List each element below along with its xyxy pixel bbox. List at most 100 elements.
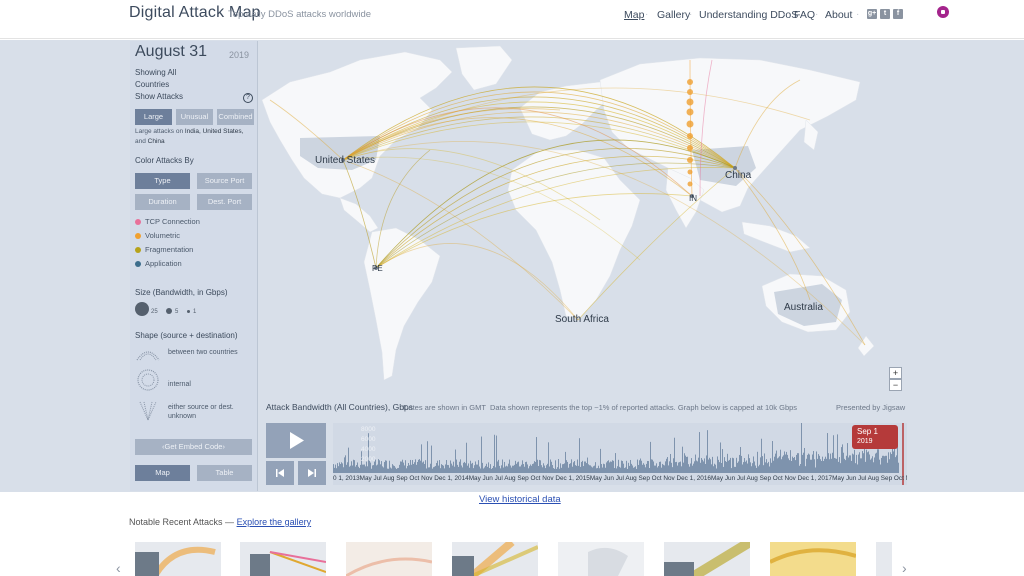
help-icon[interactable]: ? [243,93,253,103]
gallery-thumb[interactable] [135,542,221,576]
timeline-bar [426,468,427,473]
step-forward-button[interactable] [298,461,326,485]
timeline-bar [745,461,746,473]
timeline-bar [348,447,349,473]
timeline-bar [532,464,533,473]
color-type-button[interactable]: Type [135,173,190,189]
gallery-next-icon[interactable]: › [902,560,907,576]
timeline-bar [811,459,812,473]
gallery-thumb[interactable] [876,542,892,576]
account-icon[interactable] [937,6,949,18]
tooltip-date: Sep 1 [857,427,878,436]
color-duration-button[interactable]: Duration [135,194,190,210]
timeline-bar [621,460,622,473]
zoom-in-button[interactable]: + [889,367,902,379]
timeline-bar [549,466,550,473]
timeline-bar [487,466,488,473]
embed-code-button[interactable]: ‹Get Embed Code› [135,439,252,455]
timeline-bar [391,468,392,473]
timeline-bar [478,460,479,473]
timeline-bar [826,458,827,473]
timeline-bar [339,462,340,473]
timeline-bar [434,466,435,473]
timeline-bar [477,464,478,473]
facebook-icon[interactable]: f [893,9,903,19]
timeline-bar [893,451,894,473]
timeline-bar [438,465,439,473]
gallery-thumb[interactable] [558,542,644,576]
shape-internal-label: internal [168,381,191,388]
gallery-prev-icon[interactable]: ‹ [116,560,121,576]
shape-unknown-label: either source or dest. unknown [168,404,234,420]
timeline-bar [531,465,532,473]
timeline-bar [456,459,457,473]
timeline-bar [591,466,592,473]
timeline-bar [606,462,607,473]
view-historical-link[interactable]: View historical data [479,494,561,505]
timeline-bar [402,459,403,473]
timeline-bar [458,466,459,473]
play-button[interactable] [266,423,326,458]
timeline-bar [855,463,856,473]
between-countries-icon [136,351,160,361]
timeline-bar [759,464,760,473]
gallery-thumb[interactable] [452,542,538,576]
timeline-bar [595,462,596,473]
timeline-bar [872,456,873,473]
gallery-thumb[interactable] [770,542,856,576]
timeline-bar [485,465,486,473]
map-view-button[interactable]: Map [135,465,190,481]
timeline-bar [428,467,429,473]
timeline-bar [647,460,648,473]
timeline-bar [667,457,668,473]
unusual-button[interactable]: Unusual [176,109,213,125]
timeline-bar [534,461,535,473]
timeline-bar [823,460,824,473]
timeline-bar [377,464,378,473]
timeline-bar [575,465,576,473]
timeline-bar [594,465,595,473]
nav-about[interactable]: About [825,9,852,21]
timeline-bar [809,454,810,473]
gallery-thumb[interactable] [240,542,326,576]
step-back-button[interactable] [266,461,294,485]
timeline-bar [699,432,700,473]
nav-gallery[interactable]: Gallery [657,9,690,21]
timeline-bar [342,463,343,473]
color-source-port-button[interactable]: Source Port [197,173,252,189]
timeline-bar [643,463,644,473]
table-view-button[interactable]: Table [197,465,252,481]
bandwidth-timeline-chart[interactable]: 8000 6000 4000 2000 0 1, 2013May Jul Aug… [333,418,907,485]
timeline-bar [527,464,528,473]
twitter-icon[interactable]: t [880,9,890,19]
timeline-bar [480,468,481,473]
color-dest-port-button[interactable]: Dest. Port [197,194,252,210]
large-button[interactable]: Large [135,109,172,125]
timeline-bar [765,462,766,473]
timeline-bar [432,468,433,473]
timeline-bar [486,463,487,473]
timeline-bar [777,458,778,473]
timeline-bar [385,460,386,473]
nav-map[interactable]: Map [624,9,644,21]
nav-faq[interactable]: FAQ [794,9,815,21]
timeline-bar [775,453,776,473]
timeline-bar [785,454,786,473]
legend-volumetric: Volumetric [145,231,181,240]
timeline-bar [816,451,817,473]
gallery-thumb[interactable] [346,542,432,576]
timeline-bar [400,461,401,473]
combined-button[interactable]: Combined [217,109,254,125]
google-plus-icon[interactable]: g+ [867,9,877,19]
explore-gallery-link[interactable]: Explore the gallery [237,517,312,527]
internal-icon [137,369,159,391]
countries-selector[interactable]: Countries [135,79,169,92]
unknown-endpoint-icon [139,401,157,422]
timeline-bar [365,466,366,473]
timeline-bar [707,430,708,473]
timeline-bar [341,462,342,473]
zoom-out-button[interactable]: − [889,379,902,391]
timeline-bar [396,468,397,473]
timeline-bar [347,462,348,473]
gallery-thumb[interactable] [664,542,750,576]
